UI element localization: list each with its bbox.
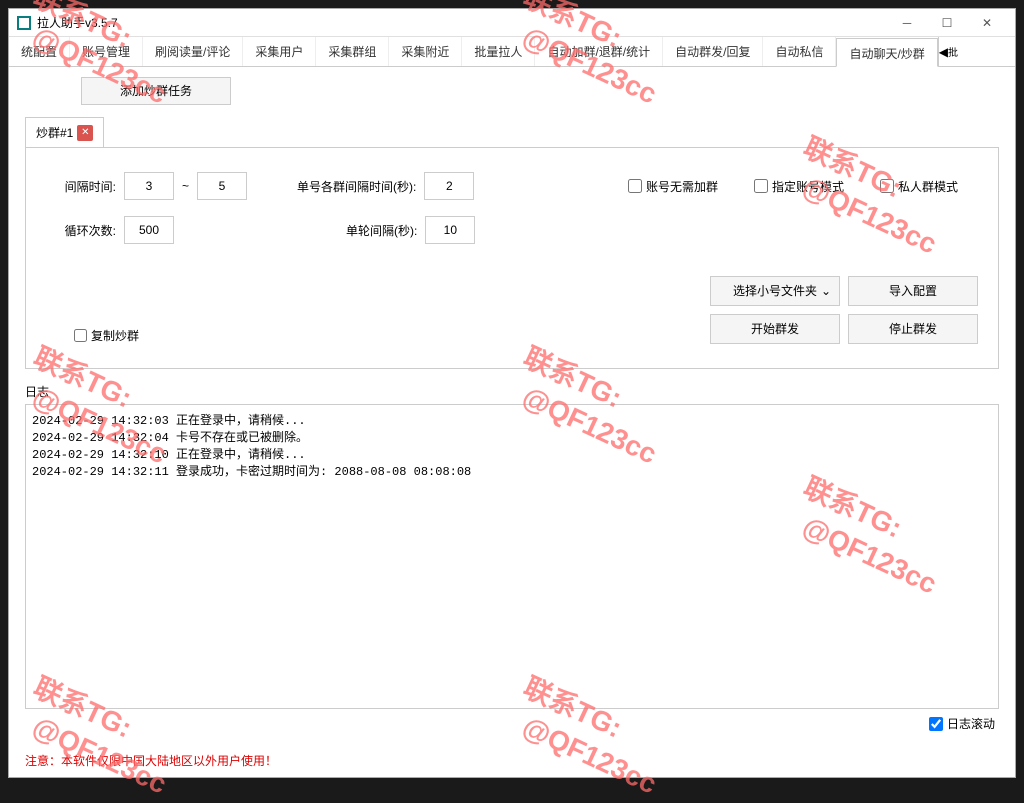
select-folder-button[interactable]: 选择小号文件夹: [710, 276, 840, 306]
log-label: 日志: [25, 383, 999, 400]
app-window: 拉人助手v3.5.7 ─ ☐ ✕ 统配置账号管理刷阅读量/评论采集用户采集群组采…: [8, 8, 1016, 778]
titlebar: 拉人助手v3.5.7 ─ ☐ ✕: [9, 9, 1015, 37]
round-interval-input[interactable]: [425, 216, 475, 244]
import-config-button[interactable]: 导入配置: [848, 276, 978, 306]
subtabs: 炒群#1 ✕: [25, 117, 999, 148]
close-button[interactable]: ✕: [967, 10, 1007, 36]
subtab-label: 炒群#1: [36, 124, 73, 141]
specified-account-mode-checkbox[interactable]: 指定账号模式: [754, 178, 844, 195]
maximize-button[interactable]: ☐: [927, 10, 967, 36]
subtab-group-1[interactable]: 炒群#1 ✕: [25, 117, 104, 147]
task-panel: 间隔时间: ~ 单号各群间隔时间(秒): 账号无需加群 指定账号模式 私人群模式…: [25, 148, 999, 369]
tab-scroll-right[interactable]: ◀批: [938, 37, 958, 66]
add-task-button[interactable]: 添加炒群任务: [81, 77, 231, 105]
tilde-separator: ~: [182, 179, 189, 193]
tab-6[interactable]: 批量拉人: [462, 37, 535, 66]
tab-10[interactable]: 自动聊天/炒群: [836, 38, 937, 67]
round-interval-label: 单轮间隔(秒):: [346, 222, 417, 239]
tab-1[interactable]: 账号管理: [70, 37, 143, 66]
close-subtab-icon[interactable]: ✕: [77, 125, 93, 141]
window-title: 拉人助手v3.5.7: [37, 14, 887, 31]
single-account-interval-label: 单号各群间隔时间(秒):: [297, 178, 416, 195]
tab-content: 添加炒群任务 炒群#1 ✕ 间隔时间: ~ 单号各群间隔时间(秒): 账号无需加…: [9, 67, 1015, 748]
copy-group-checkbox[interactable]: 复制炒群: [74, 327, 139, 344]
log-output: 2024-02-29 14:32:03 正在登录中，请稍候... 2024-02…: [25, 404, 999, 709]
tab-8[interactable]: 自动群发/回复: [663, 37, 763, 66]
tab-0[interactable]: 统配置: [9, 37, 70, 66]
tab-3[interactable]: 采集用户: [243, 37, 316, 66]
main-tabs: 统配置账号管理刷阅读量/评论采集用户采集群组采集附近批量拉人自动加群/退群/统计…: [9, 37, 1015, 67]
log-scroll-checkbox[interactable]: 日志滚动: [929, 715, 995, 732]
window-controls: ─ ☐ ✕: [887, 10, 1007, 36]
loop-count-label: 循环次数:: [46, 222, 116, 239]
interval-label: 间隔时间:: [46, 178, 116, 195]
tab-9[interactable]: 自动私信: [763, 37, 836, 66]
tab-7[interactable]: 自动加群/退群/统计: [535, 37, 663, 66]
log-section: 日志 2024-02-29 14:32:03 正在登录中，请稍候... 2024…: [25, 383, 999, 738]
minimize-button[interactable]: ─: [887, 10, 927, 36]
loop-count-input[interactable]: [124, 216, 174, 244]
single-account-interval-input[interactable]: [424, 172, 474, 200]
start-button[interactable]: 开始群发: [710, 314, 840, 344]
tab-4[interactable]: 采集群组: [316, 37, 389, 66]
interval-to-input[interactable]: [197, 172, 247, 200]
app-icon: [17, 16, 31, 30]
tab-5[interactable]: 采集附近: [389, 37, 462, 66]
notice-text: 注意：本软件仅限中国大陆地区以外用户使用！: [9, 748, 1015, 777]
stop-button[interactable]: 停止群发: [848, 314, 978, 344]
no-need-add-group-checkbox[interactable]: 账号无需加群: [628, 178, 718, 195]
interval-from-input[interactable]: [124, 172, 174, 200]
tab-2[interactable]: 刷阅读量/评论: [143, 37, 243, 66]
private-group-mode-checkbox[interactable]: 私人群模式: [880, 178, 958, 195]
